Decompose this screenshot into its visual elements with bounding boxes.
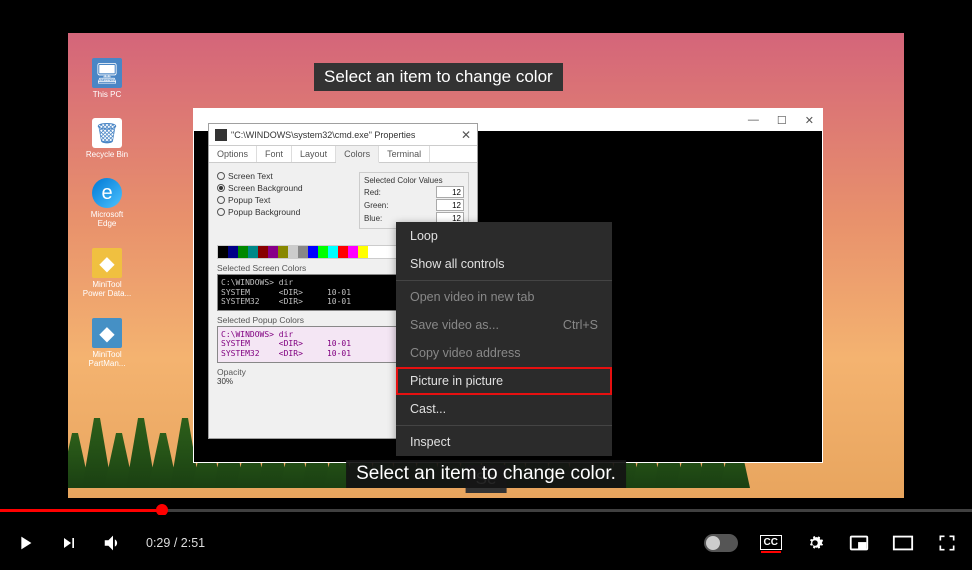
desktop-icon-thispc[interactable]: 🖥This PC — [82, 58, 132, 99]
tab-layout[interactable]: Layout — [292, 146, 336, 162]
menu-show-controls[interactable]: Show all controls — [396, 250, 612, 278]
menu-save-video[interactable]: Save video as...Ctrl+S — [396, 311, 612, 339]
tab-font[interactable]: Font — [257, 146, 292, 162]
progress-played — [0, 509, 162, 512]
closed-caption: Select an item to change color. — [346, 460, 626, 488]
desktop-icon-minitool[interactable]: ◆MiniTool Power Data... — [82, 248, 132, 298]
menu-separator — [396, 280, 612, 281]
progress-bar[interactable] — [0, 509, 972, 512]
radio-label: Popup Text — [228, 195, 270, 205]
dialog-title: "C:\WINDOWS\system32\cmd.exe" Properties — [231, 130, 461, 140]
radio-label: Screen Background — [228, 183, 303, 193]
menu-separator — [396, 425, 612, 426]
green-input[interactable] — [436, 199, 464, 211]
icon-label: MiniTool Power Data... — [82, 280, 132, 298]
menu-picture-in-picture[interactable]: Picture in picture — [396, 367, 612, 395]
menu-inspect[interactable]: Inspect — [396, 428, 612, 456]
close-icon[interactable]: ✕ — [461, 128, 471, 142]
video-context-menu: Loop Show all controls Open video in new… — [396, 222, 612, 456]
play-button[interactable] — [14, 532, 36, 554]
fullscreen-button[interactable] — [936, 532, 958, 554]
player-controls: 0:29 / 2:51 CC — [0, 515, 972, 570]
close-button[interactable]: ✕ — [805, 114, 814, 127]
tab-bar: Options Font Layout Colors Terminal — [209, 146, 477, 163]
video-content-area: 🖥This PC 🗑Recycle Bin eMicrosoft Edge ◆M… — [0, 0, 972, 510]
green-label: Green: — [364, 201, 388, 210]
icon-label: MiniTool PartMan... — [82, 350, 132, 368]
miniplayer-button[interactable] — [848, 532, 870, 554]
maximize-button[interactable]: ☐ — [777, 114, 787, 127]
red-input[interactable] — [436, 186, 464, 198]
group-label: Selected Color Values — [364, 176, 464, 185]
theater-button[interactable] — [892, 532, 914, 554]
tab-terminal[interactable]: Terminal — [379, 146, 430, 162]
desktop-icon-recycle[interactable]: 🗑Recycle Bin — [82, 118, 132, 159]
autoplay-toggle[interactable] — [704, 534, 738, 552]
time-display: 0:29 / 2:51 — [146, 536, 205, 550]
captions-button[interactable]: CC — [760, 535, 782, 550]
settings-button[interactable] — [804, 532, 826, 554]
cmd-icon — [215, 129, 227, 141]
menu-loop[interactable]: Loop — [396, 222, 612, 250]
minimize-button[interactable]: — — [748, 114, 759, 126]
instruction-banner-top: Select an item to change color — [314, 63, 563, 91]
selected-color-values: Selected Color Values Red: Green: Blue: — [359, 172, 469, 229]
radio-label: Popup Background — [228, 207, 300, 217]
tab-colors[interactable]: Colors — [336, 146, 379, 163]
shortcut-label: Ctrl+S — [563, 318, 598, 332]
blue-label: Blue: — [364, 214, 382, 223]
icon-label: Recycle Bin — [82, 150, 132, 159]
menu-open-new-tab[interactable]: Open video in new tab — [396, 283, 612, 311]
desktop-icon-minitool2[interactable]: ◆MiniTool PartMan... — [82, 318, 132, 368]
icon-label: Microsoft Edge — [82, 210, 132, 228]
next-button[interactable] — [58, 532, 80, 554]
menu-copy-address[interactable]: Copy video address — [396, 339, 612, 367]
red-label: Red: — [364, 188, 381, 197]
desktop-icon-edge[interactable]: eMicrosoft Edge — [82, 178, 132, 228]
icon-label: This PC — [82, 90, 132, 99]
tab-options[interactable]: Options — [209, 146, 257, 162]
dialog-titlebar: "C:\WINDOWS\system32\cmd.exe" Properties… — [209, 124, 477, 146]
volume-button[interactable] — [102, 532, 124, 554]
radio-label: Screen Text — [228, 171, 273, 181]
menu-cast[interactable]: Cast... — [396, 395, 612, 423]
